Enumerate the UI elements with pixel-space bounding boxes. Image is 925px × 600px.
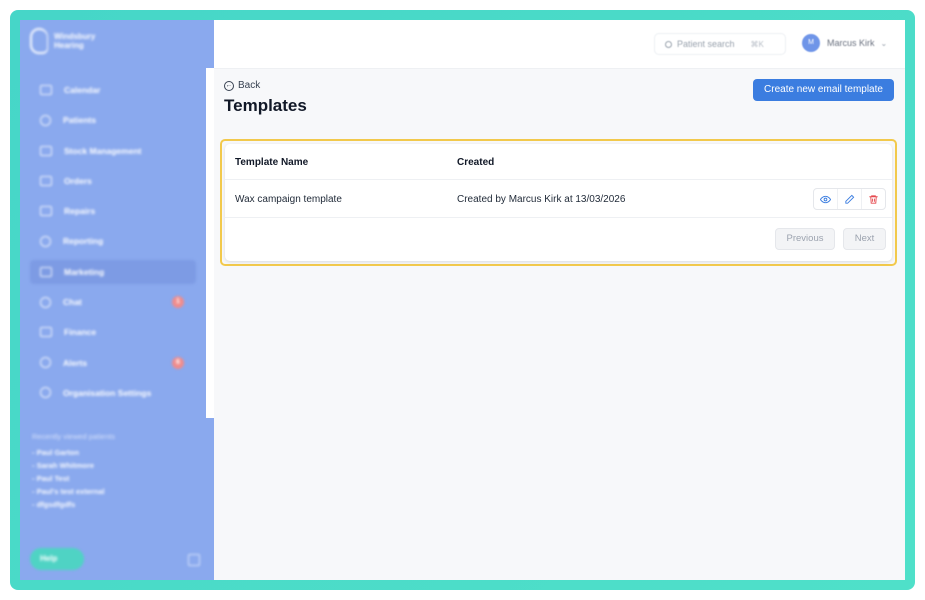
delete-button[interactable]	[862, 189, 885, 209]
sidebar-item-alerts[interactable]: Alerts 6	[30, 351, 196, 375]
brand-name-line1: Windsbury	[54, 32, 96, 41]
help-label: Help	[40, 554, 58, 563]
sidebar-scrollbar[interactable]	[206, 68, 214, 418]
sidebar-item-label: Repairs	[64, 206, 96, 217]
sidebar-item-orders[interactable]: Orders	[30, 169, 196, 193]
user-menu[interactable]: M Marcus Kirk ⌄	[802, 34, 887, 52]
eye-icon	[820, 195, 831, 203]
sidebar-item-stock-management[interactable]: Stock Management	[30, 139, 196, 163]
patient-search-input[interactable]: Patient search ⌘K	[654, 33, 786, 55]
search-placeholder: Patient search	[677, 39, 735, 49]
sidebar-content: Windsbury Hearing Calendar Patients Stoc…	[20, 20, 214, 580]
user-name: Marcus Kirk	[827, 38, 875, 48]
page-title: Templates	[224, 96, 307, 115]
recent-patient-link[interactable]: - Paul Test	[32, 474, 115, 483]
gear-icon	[40, 387, 51, 399]
table-row: Wax campaign template Created by Marcus …	[225, 180, 892, 218]
sidebar-item-label: Reporting	[63, 236, 104, 247]
users-icon	[40, 114, 51, 126]
top-bar: Patient search ⌘K M Marcus Kirk ⌄	[214, 20, 905, 69]
back-label: Back	[238, 80, 261, 91]
arrow-left-icon: ←	[224, 80, 234, 91]
template-name-cell: Wax campaign template	[235, 194, 342, 205]
sidebar-item-label: Calendar	[64, 85, 101, 95]
trash-icon	[869, 194, 878, 204]
recent-patient-link[interactable]: - Paul's test external	[32, 487, 115, 496]
sidebar-item-patients[interactable]: Patients	[30, 108, 196, 132]
sidebar-item-chat[interactable]: Chat 1	[30, 290, 196, 314]
help-button[interactable]: Help	[30, 548, 84, 570]
sidebar-item-finance[interactable]: Finance	[30, 320, 196, 344]
created-cell: Created by Marcus Kirk at 13/03/2026	[457, 194, 626, 205]
sidebar-item-label: Chat	[63, 297, 82, 308]
alerts-badge: 6	[172, 356, 184, 369]
calendar-icon	[40, 85, 52, 95]
edit-button[interactable]	[838, 189, 862, 209]
previous-page-button[interactable]: Previous	[775, 228, 835, 250]
box-icon	[40, 145, 52, 156]
app-window: Windsbury Hearing Calendar Patients Stoc…	[20, 20, 905, 580]
sidebar-item-label: Finance	[64, 327, 97, 338]
chart-pie-icon	[40, 235, 51, 247]
recent-patients-title: Recently viewed patients	[32, 432, 115, 441]
pencil-icon	[845, 194, 855, 204]
column-header-template-name: Template Name	[235, 157, 309, 168]
sidebar-item-organisation-settings[interactable]: Organisation Settings	[30, 381, 196, 405]
recent-patient-link[interactable]: - Sarah Whitmore	[32, 461, 115, 470]
chat-icon	[40, 296, 51, 308]
sidebar-item-marketing[interactable]: Marketing	[30, 259, 196, 284]
sidebar-item-reporting[interactable]: Reporting	[30, 229, 196, 253]
search-icon	[665, 40, 672, 48]
sidebar: Windsbury Hearing Calendar Patients Stoc…	[20, 20, 214, 580]
recent-patients: Recently viewed patients - Paul Garton -…	[32, 432, 115, 513]
sidebar-item-label: Alerts	[63, 357, 88, 368]
bell-icon	[40, 357, 51, 369]
sidebar-item-label: Patients	[63, 115, 97, 126]
clipboard-icon	[40, 175, 52, 186]
sidebar-item-label: Marketing	[64, 266, 105, 277]
wrench-icon	[40, 206, 52, 217]
ear-logo-icon	[30, 28, 48, 54]
back-link[interactable]: ← Back	[224, 80, 260, 91]
column-header-created: Created	[457, 157, 495, 168]
sidebar-item-label: Stock Management	[64, 145, 142, 156]
mail-icon	[40, 266, 52, 277]
avatar: M	[802, 34, 820, 52]
create-email-template-button[interactable]: Create new email template	[753, 79, 894, 101]
next-page-button[interactable]: Next	[843, 228, 886, 250]
brand-name-line2: Hearing	[54, 41, 84, 50]
collapse-sidebar-icon[interactable]	[188, 554, 200, 566]
brand-name: Windsbury Hearing	[54, 32, 95, 50]
sidebar-item-label: Orders	[64, 175, 92, 186]
recent-patient-link[interactable]: - dfgsdfgdfs	[32, 500, 115, 509]
sidebar-item-label: Organisation Settings	[63, 387, 152, 398]
credit-card-icon	[40, 327, 52, 338]
main-content: ← Back Templates Create new email templa…	[214, 69, 905, 580]
templates-table-card: Template Name Created Wax campaign templ…	[225, 144, 892, 261]
chevron-down-icon: ⌄	[880, 38, 888, 48]
search-shortcut: ⌘K	[750, 39, 764, 49]
sidebar-item-calendar[interactable]: Calendar	[30, 78, 196, 102]
sidebar-item-repairs[interactable]: Repairs	[30, 199, 196, 223]
chat-badge: 1	[172, 296, 184, 309]
row-actions	[813, 188, 886, 210]
table-header: Template Name Created	[225, 144, 892, 180]
sidebar-nav: Calendar Patients Stock Management Order…	[30, 78, 196, 411]
view-button[interactable]	[814, 189, 838, 209]
recent-patient-link[interactable]: - Paul Garton	[32, 448, 115, 457]
logo[interactable]: Windsbury Hearing	[30, 28, 95, 54]
